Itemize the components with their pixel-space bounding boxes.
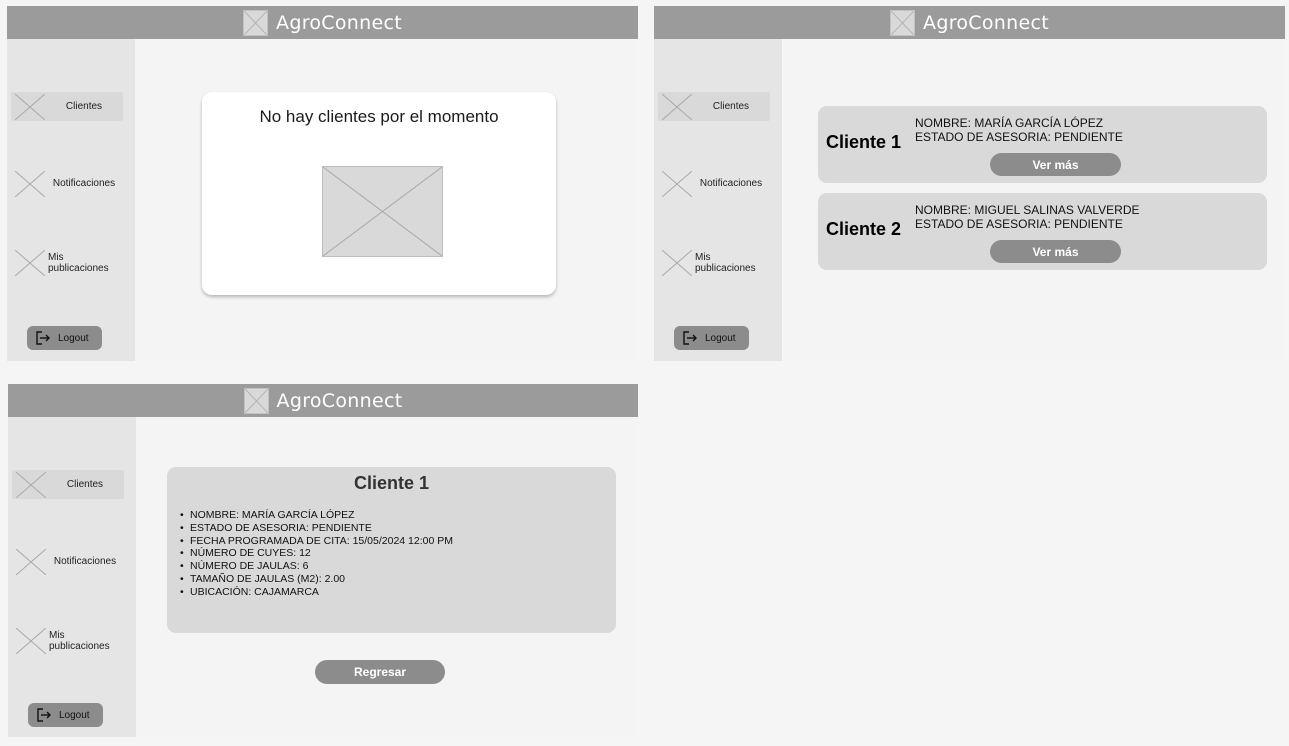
screen-client-detail: AgroConnect Clientes Notificaciones Mis … bbox=[8, 384, 638, 737]
logout-label: Logout bbox=[59, 709, 90, 721]
client-nombre: NOMBRE: MARÍA GARCÍA LÓPEZ bbox=[915, 116, 1104, 130]
sidebar-item-label: Mis publicaciones bbox=[695, 251, 756, 274]
logout-icon bbox=[37, 708, 51, 722]
image-placeholder-icon bbox=[662, 93, 692, 120]
sidebar-item-notificaciones[interactable]: Notificaciones bbox=[658, 169, 770, 198]
sidebar-item-mis-publicaciones[interactable]: Mis publicaciones bbox=[658, 248, 770, 277]
sidebar-item-notificaciones[interactable]: Notificaciones bbox=[12, 547, 124, 576]
sidebar-item-label: Notificaciones bbox=[52, 178, 116, 189]
sidebar-item-clientes[interactable]: Clientes bbox=[12, 470, 124, 499]
sidebar-item-label: Clientes bbox=[65, 101, 103, 112]
client-nombre: NOMBRE: MIGUEL SALINAS VALVERDE bbox=[915, 203, 1140, 217]
image-placeholder-icon bbox=[662, 249, 692, 276]
empty-state-message: No hay clientes por el momento bbox=[259, 107, 499, 126]
logout-label: Logout bbox=[705, 332, 736, 344]
logout-icon bbox=[36, 331, 50, 345]
sidebar: Clientes Notificaciones Mis publicacione… bbox=[7, 39, 135, 361]
client-card: Cliente 2 NOMBRE: MIGUEL SALINAS VALVERD… bbox=[818, 193, 1267, 270]
sidebar-item-label: Mis publicaciones bbox=[49, 629, 110, 652]
image-placeholder-icon bbox=[15, 249, 45, 276]
detail-list: NOMBRE: MARÍA GARCÍA LÓPEZ ESTADO DE ASE… bbox=[180, 509, 453, 599]
screen-empty-clients: AgroConnect Clientes Notificaciones Mis … bbox=[7, 6, 638, 361]
sidebar: Clientes Notificaciones Mis publicacione… bbox=[654, 39, 782, 361]
detail-item: NÚMERO DE CUYES: 12 bbox=[180, 547, 453, 560]
client-card: Cliente 1 NOMBRE: MARÍA GARCÍA LÓPEZ EST… bbox=[818, 106, 1267, 183]
app-title: AgroConnect bbox=[276, 11, 402, 34]
image-placeholder-icon bbox=[15, 170, 45, 197]
sidebar-item-label: Mis publicaciones bbox=[48, 251, 109, 274]
sidebar-item-mis-publicaciones[interactable]: Mis publicaciones bbox=[12, 626, 124, 655]
regresar-button[interactable]: Regresar bbox=[315, 660, 445, 684]
image-placeholder-icon bbox=[662, 170, 692, 197]
sidebar: Clientes Notificaciones Mis publicacione… bbox=[8, 417, 136, 737]
detail-item: ESTADO DE ASESORIA: PENDIENTE bbox=[180, 522, 453, 535]
ver-mas-button[interactable]: Ver más bbox=[990, 240, 1121, 263]
screen-client-list: AgroConnect Clientes Notificaciones Mis … bbox=[654, 6, 1285, 361]
sidebar-item-clientes[interactable]: Clientes bbox=[11, 92, 123, 121]
detail-item: NOMBRE: MARÍA GARCÍA LÓPEZ bbox=[180, 509, 453, 522]
logo-placeholder-icon bbox=[890, 9, 916, 36]
client-estado: ESTADO DE ASESORIA: PENDIENTE bbox=[915, 130, 1123, 144]
sidebar-item-label: Notificaciones bbox=[699, 178, 763, 189]
app-title: AgroConnect bbox=[276, 389, 403, 412]
detail-item: NÚMERO DE JAULAS: 6 bbox=[180, 560, 453, 573]
detail-item: FECHA PROGRAMADA DE CITA: 15/05/2024 12:… bbox=[180, 535, 453, 548]
sidebar-item-clientes[interactable]: Clientes bbox=[658, 92, 770, 121]
image-placeholder-icon bbox=[15, 93, 45, 120]
image-placeholder-icon bbox=[16, 548, 46, 575]
logo-placeholder-icon bbox=[243, 9, 269, 36]
image-placeholder-icon bbox=[16, 627, 46, 654]
sidebar-item-label: Notificaciones bbox=[53, 556, 117, 567]
sidebar-item-mis-publicaciones[interactable]: Mis publicaciones bbox=[11, 248, 123, 277]
sidebar-item-label: Clientes bbox=[712, 101, 750, 112]
client-info: NOMBRE: MARÍA GARCÍA LÓPEZ ESTADO DE ASE… bbox=[915, 116, 1123, 144]
client-info: NOMBRE: MIGUEL SALINAS VALVERDE ESTADO D… bbox=[915, 203, 1140, 231]
top-bar: AgroConnect bbox=[8, 384, 638, 417]
client-title: Cliente 1 bbox=[826, 132, 902, 152]
detail-item: UBICACIÓN: CAJAMARCA bbox=[180, 586, 453, 599]
client-title: Cliente 2 bbox=[826, 219, 902, 239]
app-title: AgroConnect bbox=[923, 11, 1049, 34]
detail-item: TAMAÑO DE JAULAS (M2): 2.00 bbox=[180, 573, 453, 586]
sidebar-item-label: Clientes bbox=[66, 479, 104, 490]
logout-button[interactable]: Logout bbox=[27, 326, 102, 350]
client-estado: ESTADO DE ASESORIA: PENDIENTE bbox=[915, 217, 1123, 231]
logo-placeholder-icon bbox=[243, 387, 269, 414]
logout-button[interactable]: Logout bbox=[28, 703, 103, 727]
image-placeholder-icon bbox=[16, 471, 46, 498]
logout-label: Logout bbox=[58, 332, 89, 344]
top-bar: AgroConnect bbox=[654, 6, 1285, 39]
detail-title: Cliente 1 bbox=[353, 473, 430, 493]
ver-mas-button[interactable]: Ver más bbox=[990, 153, 1121, 176]
sidebar-item-notificaciones[interactable]: Notificaciones bbox=[11, 169, 123, 198]
client-detail-card: Cliente 1 NOMBRE: MARÍA GARCÍA LÓPEZ EST… bbox=[167, 467, 616, 633]
logout-icon bbox=[683, 331, 697, 345]
logout-button[interactable]: Logout bbox=[674, 326, 749, 350]
image-placeholder-icon bbox=[322, 166, 443, 257]
empty-state-card: No hay clientes por el momento bbox=[202, 92, 556, 295]
top-bar: AgroConnect bbox=[7, 6, 638, 39]
